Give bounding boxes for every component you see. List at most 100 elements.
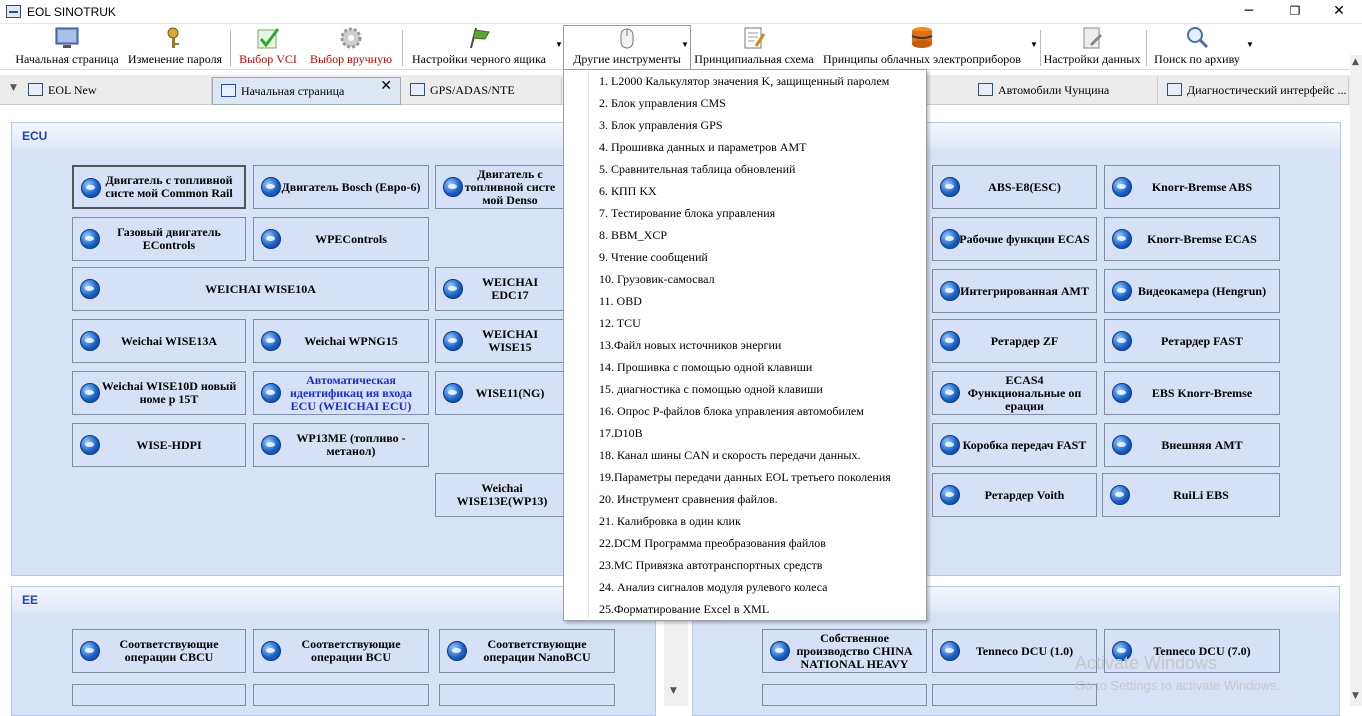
archive-dropdown-arrow[interactable]: ▼ <box>1246 40 1254 49</box>
menu-item[interactable]: 5. Сравнительная таблица обновлений <box>599 158 795 180</box>
menu-item[interactable]: 9. Чтение сообщений <box>599 246 708 268</box>
menu-item[interactable]: 25.Форматирование Excel в XML <box>599 598 769 620</box>
home-button[interactable]: Начальная страница <box>12 26 122 68</box>
data-settings-button[interactable]: Настройки данных <box>1042 26 1142 68</box>
monitor-icon <box>55 26 79 50</box>
menu-item[interactable]: 7. Тестирование блока управления <box>599 202 775 224</box>
scroll-down-arrow[interactable]: ▼ <box>1352 691 1359 701</box>
menu-item[interactable]: 2. Блок управления CMS <box>599 92 726 114</box>
ee-button[interactable]: Соответствующие операции CBCU <box>72 629 246 673</box>
cloud-dropdown-arrow[interactable]: ▼ <box>1030 40 1038 49</box>
ee-button[interactable]: Собственное производство CHINA NATIONAL … <box>762 629 927 673</box>
tab-eol-new[interactable]: EOL New <box>20 77 212 105</box>
tab-home[interactable]: Начальная страница ✕ <box>212 77 401 105</box>
tab-gps[interactable]: GPS/ADAS/NTE <box>402 77 562 105</box>
minimize-button[interactable]: ─ <box>1226 0 1272 24</box>
tab-list-arrow[interactable]: ▼ <box>10 83 17 93</box>
ecu-button[interactable]: Внешняя AMT <box>1104 423 1280 467</box>
menu-item[interactable]: 21. Калибровка в один клик <box>599 510 741 532</box>
menu-item[interactable]: 22.DCM Программа преобразования файлов <box>599 532 826 554</box>
ecu-button[interactable]: Weichai WISE13E(WP13) <box>435 473 565 517</box>
ecu-button[interactable]: EBS Knorr-Bremse <box>1104 371 1280 415</box>
menu-item[interactable]: 4. Прошивка данных и параметров AMT <box>599 136 806 158</box>
ecu-button[interactable]: Двигатель Bosch (Евро-6) <box>253 165 429 209</box>
ecu-button[interactable]: Двигатель с топливной систе мой Common R… <box>72 165 246 209</box>
ecu-button[interactable]: WISE11(NG) <box>435 371 565 415</box>
ecu-button-label: Weichai WISE10D новый номе р 15T <box>101 379 237 406</box>
ecu-button[interactable]: WEICHAI WISE15 <box>435 319 565 363</box>
archive-search-button[interactable]: Поиск по архиву <box>1150 26 1244 68</box>
ecu-button[interactable]: Газовый двигатель EControls <box>72 217 246 261</box>
menu-item[interactable]: 14. Прошивка с помощью одной клавиши <box>599 356 812 378</box>
ecu-button[interactable]: Ретардер Voith <box>932 473 1097 517</box>
ee-button[interactable] <box>932 684 1097 706</box>
ecu-button[interactable]: Коробка передач FAST <box>932 423 1097 467</box>
ecu-button[interactable]: RuiLi EBS <box>1102 473 1280 517</box>
ecu-button[interactable]: ECAS4 Функциональные оп ерации <box>932 371 1097 415</box>
schematic-button[interactable]: Принципиальная схема <box>693 26 815 68</box>
inner-scrollbar[interactable]: ▼ <box>664 620 688 706</box>
select-vci-button[interactable]: Выбор VCI <box>235 26 301 68</box>
ee-button[interactable] <box>762 684 927 706</box>
ecu-button[interactable]: WISE-HDPI <box>72 423 246 467</box>
tab-diagnostic-interface[interactable]: Диагностический интерфейс ... <box>1159 77 1349 105</box>
menu-item[interactable]: 23.MC Привязка автотранспортных средств <box>599 554 822 576</box>
menu-item[interactable]: 18. Канал шины CAN и скорость передачи д… <box>599 444 860 466</box>
menu-item[interactable]: 17.D10B <box>599 422 643 444</box>
scroll-up-arrow[interactable]: ▲ <box>1352 57 1359 67</box>
menu-item[interactable]: 10. Грузовик-самосвал <box>599 268 715 290</box>
blackbox-dropdown-arrow[interactable]: ▼ <box>555 40 563 49</box>
ecu-button[interactable]: Рабочие функции ECAS <box>932 217 1097 261</box>
maximize-button[interactable]: ❐ <box>1272 0 1318 24</box>
vertical-scrollbar[interactable]: ▲ ▼ <box>1350 55 1362 706</box>
menu-item[interactable]: 20. Инструмент сравнения файлов. <box>599 488 778 510</box>
menu-item[interactable]: 19.Параметры передачи данных EOL третьег… <box>599 466 891 488</box>
ecu-button[interactable]: Ретардер ZF <box>932 319 1097 363</box>
scroll-down-arrow[interactable]: ▼ <box>670 686 677 696</box>
blackbox-settings-button[interactable]: Настройки черного ящика <box>408 26 550 68</box>
cloud-principles-button[interactable]: Принципы облачных электроприборов <box>818 26 1026 68</box>
ee-button[interactable] <box>72 684 246 706</box>
menu-item[interactable]: 16. Опрос P-файлов блока управления авто… <box>599 400 864 422</box>
ee-button[interactable]: Tenneco DCU (1.0) <box>932 629 1097 673</box>
toolbar-separator <box>1040 30 1041 66</box>
globe-icon <box>261 435 281 455</box>
ecu-button[interactable]: Weichai WPNG15 <box>253 319 429 363</box>
ecu-button[interactable]: WEICHAI EDC17 <box>435 267 565 311</box>
ecu-button[interactable]: Ретардер FAST <box>1104 319 1280 363</box>
ecu-button[interactable]: WPEControls <box>253 217 429 261</box>
ecu-button[interactable]: Weichai WISE10D новый номе р 15T <box>72 371 246 415</box>
ee-button[interactable]: Соответствующие операции BCU <box>253 629 429 673</box>
ecu-button[interactable]: WEICHAI WISE10A <box>72 267 429 311</box>
ecu-button[interactable]: WP13ME (топливо - метанол) <box>253 423 429 467</box>
other-tools-button[interactable]: Другие инструменты <box>563 25 691 69</box>
ecu-button[interactable]: Knorr-Bremse ECAS <box>1104 217 1280 261</box>
other-tools-dropdown-arrow[interactable]: ▼ <box>681 40 689 49</box>
ecu-button[interactable]: Двигатель с топливной систе мой Denso <box>435 165 565 209</box>
menu-item[interactable]: 8. BBM_XCP <box>599 224 667 246</box>
ecu-button[interactable]: ABS-E8(ESC) <box>932 165 1097 209</box>
ecu-button[interactable]: Интегрированная AMT <box>932 269 1097 313</box>
ecu-button[interactable]: Видеокамера (Hengrun) <box>1104 269 1280 313</box>
menu-item[interactable]: 24. Анализ сигналов модуля рулевого коле… <box>599 576 828 598</box>
change-password-label: Изменение пароля <box>127 52 223 66</box>
ee-button[interactable] <box>439 684 615 706</box>
ecu-button-label: WISE11(NG) <box>475 385 545 400</box>
ee-button[interactable]: Соответствующие операции NanoBCU <box>439 629 615 673</box>
menu-item[interactable]: 13.Файл новых источников энергии <box>599 334 781 356</box>
ecu-button[interactable]: Автоматическая идентификац ия входа ECU … <box>253 371 429 415</box>
ee-button[interactable] <box>253 684 429 706</box>
menu-item[interactable]: 12. TCU <box>599 312 641 334</box>
close-tab-icon[interactable]: ✕ <box>380 78 392 94</box>
menu-item[interactable]: 3. Блок управления GPS <box>599 114 723 136</box>
tab-chongqing[interactable]: Автомобили Чунцина <box>970 77 1158 105</box>
menu-item[interactable]: 11. OBD <box>599 290 642 312</box>
close-window-button[interactable]: ✕ <box>1316 0 1362 24</box>
ecu-button[interactable]: Knorr-Bremse ABS <box>1104 165 1280 209</box>
change-password-button[interactable]: Изменение пароля <box>125 26 225 68</box>
menu-item[interactable]: 6. КПП KX <box>599 180 657 202</box>
menu-item[interactable]: 1. L2000 Калькулятор значения K, защищен… <box>599 70 889 92</box>
menu-item[interactable]: 15. диагностика с помощью одной клавиши <box>599 378 823 400</box>
select-manual-button[interactable]: Выбор вручную <box>304 26 398 68</box>
ecu-button[interactable]: Weichai WISE13A <box>72 319 246 363</box>
